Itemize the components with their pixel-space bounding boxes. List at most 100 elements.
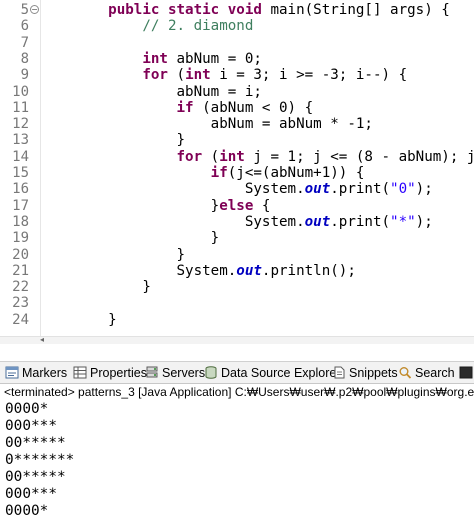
console-output-line: 000*** [5, 418, 57, 434]
line-number: 7 [20, 34, 29, 51]
code-text: public static void main(String[] args) { [74, 2, 450, 18]
tab-servers[interactable]: Servers [145, 364, 205, 383]
code-token: ( [167, 67, 186, 84]
code-line[interactable]: 23 [0, 295, 474, 311]
tab-properties[interactable]: Properties [73, 364, 147, 383]
scroll-left-icon[interactable]: ◂ [40, 336, 44, 344]
code-token: System. [74, 213, 305, 230]
code-token: (abNum < 0) { [193, 99, 314, 116]
keyword-token: int [142, 50, 168, 67]
tab-search-label: Search [415, 366, 455, 380]
code-line[interactable]: 12 abNum = abNum * -1; [0, 116, 474, 132]
console-output-line: 00***** [5, 469, 66, 485]
tab-search[interactable]: Search [398, 364, 455, 383]
console-output-line: 0000* [5, 401, 49, 417]
console-tab-partial[interactable] [459, 364, 474, 383]
code-line[interactable]: 7 [0, 35, 474, 51]
line-number: 11 [12, 99, 29, 116]
line-number: 12 [12, 116, 29, 133]
code-token: } [74, 230, 220, 247]
code-text: for (int i = 3; i >= -3; i--) { [74, 67, 407, 83]
code-editor[interactable]: 5− public static void main(String[] args… [0, 0, 474, 344]
fold-collapse-icon[interactable]: − [30, 5, 39, 14]
markers-icon [5, 366, 19, 379]
line-number: 10 [12, 83, 29, 100]
console-status-header: <terminated> patterns_3 [Java Applicatio… [0, 384, 474, 400]
line-number: 14 [12, 148, 29, 165]
view-tab-bar: Markers Properties Servers Data Source E… [0, 362, 474, 384]
code-token: .print( [330, 213, 391, 230]
field-token: out [304, 181, 331, 198]
code-text: if(j<=(abNum+1)) { [74, 165, 365, 181]
tab-markers[interactable]: Markers [5, 364, 67, 383]
code-text: int abNum = 0; [74, 51, 262, 67]
properties-icon [73, 366, 87, 379]
code-token: } [74, 197, 220, 214]
line-number: 6 [20, 18, 29, 35]
code-line[interactable]: 19 } [0, 230, 474, 246]
code-line[interactable]: 13 } [0, 132, 474, 148]
line-number: 18 [12, 213, 29, 230]
code-token: ); [415, 181, 433, 198]
snippets-icon [332, 366, 346, 379]
console-output[interactable]: 0000* 000*** 00***** 0******* 00***** 00… [0, 400, 474, 523]
code-token: abNum = i; [74, 83, 262, 100]
tab-snippets[interactable]: Snippets [332, 364, 398, 383]
line-number: 24 [12, 311, 29, 328]
line-number: 23 [12, 295, 29, 312]
servers-icon [145, 366, 159, 379]
keyword-token: public static void [108, 2, 262, 18]
code-line[interactable]: 16 System.out.print("0"); [0, 181, 474, 197]
code-line[interactable]: 10 abNum = i; [0, 84, 474, 100]
code-token: (j<=(abNum+1)) { [227, 165, 365, 181]
code-line[interactable]: 9 for (int i = 3; i >= -3; i--) { [0, 67, 474, 83]
code-text: if (abNum < 0) { [74, 99, 314, 116]
keyword-token: for [142, 67, 168, 84]
code-text: } [74, 247, 185, 263]
code-token: i = 3; i >= -3; i--) { [210, 67, 408, 84]
code-line[interactable]: 22 } [0, 279, 474, 295]
code-line[interactable]: 24 } [0, 312, 474, 328]
line-number: 21 [12, 262, 29, 279]
code-line[interactable]: 15 if(j<=(abNum+1)) { [0, 165, 474, 181]
code-line[interactable]: 17 }else { [0, 198, 474, 214]
code-line[interactable]: 14 for (int j = 1; j <= (8 - abNum); j++… [0, 149, 474, 165]
code-text: System.out.print("0"); [74, 181, 433, 197]
line-number: 22 [12, 279, 29, 296]
code-text: } [74, 312, 117, 328]
code-token: System. [74, 181, 305, 198]
console-output-line: 00***** [5, 435, 66, 451]
line-number: 9 [20, 67, 29, 84]
code-token: abNum = 0; [167, 50, 262, 67]
code-text: // 2. diamond [74, 18, 253, 34]
code-text: System.out.print("*"); [74, 214, 433, 230]
tab-snippets-label: Snippets [349, 366, 398, 380]
code-line[interactable]: 6 // 2. diamond [0, 18, 474, 34]
line-number: 16 [12, 181, 29, 198]
console-output-line: 000*** [5, 486, 57, 502]
field-token: out [236, 262, 262, 279]
code-line[interactable]: 20 } [0, 247, 474, 263]
string-token: "0" [390, 181, 416, 198]
code-line[interactable]: 11 if (abNum < 0) { [0, 100, 474, 116]
tab-markers-label: Markers [22, 366, 68, 380]
tab-data-source-explorer[interactable]: Data Source Explorer [204, 364, 341, 383]
code-text: abNum = abNum * -1; [74, 116, 373, 132]
keyword-token: if [210, 165, 228, 181]
editor-horizontal-scrollbar[interactable]: ◂ [0, 336, 474, 344]
panel-divider[interactable] [0, 344, 474, 362]
code-line[interactable]: 5− public static void main(String[] args… [0, 2, 474, 18]
code-token: main(String[] args) { [261, 2, 450, 18]
line-number: 15 [12, 165, 29, 181]
code-line[interactable]: 21 System.out.println(); [0, 263, 474, 279]
code-line[interactable]: 8 int abNum = 0; [0, 51, 474, 67]
code-token: abNum = abNum * -1; [74, 116, 373, 133]
code-text: System.out.println(); [74, 262, 355, 279]
code-line[interactable]: 18 System.out.print("*"); [0, 214, 474, 230]
code-text: } [74, 230, 220, 247]
